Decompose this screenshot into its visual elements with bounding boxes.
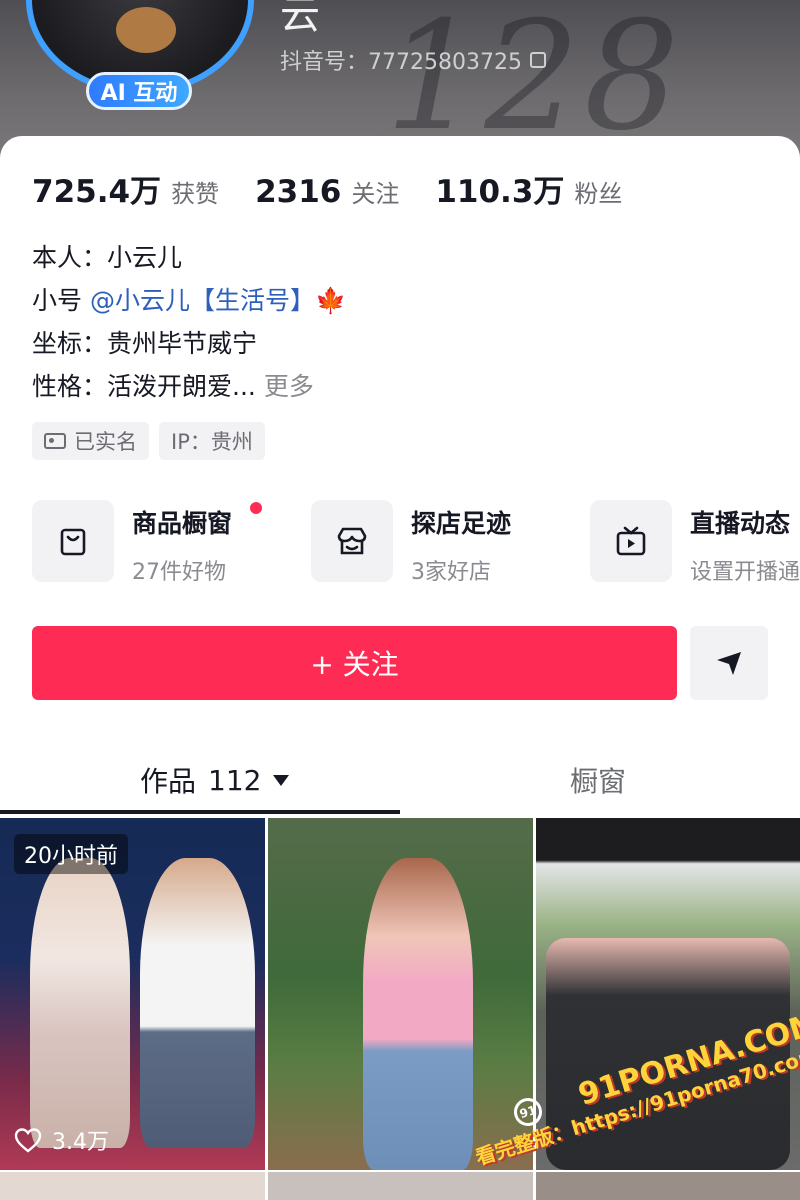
follow-button-label: + 关注 bbox=[310, 648, 399, 681]
id-card-icon bbox=[44, 433, 66, 449]
video-likes: 3.4万 bbox=[14, 1124, 109, 1156]
bio-more-button[interactable]: 更多 bbox=[264, 372, 314, 401]
service-live-updates[interactable]: 直播动态 设置开播通知 bbox=[590, 500, 800, 586]
video-thumbnail[interactable]: 20小时前 3.4万 bbox=[0, 818, 265, 1170]
stat-following-number: 2316 bbox=[255, 174, 342, 210]
profile-stats: 725.4万 获赞 2316 关注 110.3万 粉丝 bbox=[32, 166, 622, 211]
follow-button[interactable]: + 关注 bbox=[32, 626, 677, 700]
video-thumbnail[interactable] bbox=[268, 818, 533, 1170]
service-shop-text: 商品橱窗 27件好物 bbox=[132, 500, 232, 586]
service-store-text: 探店足迹 3家好店 bbox=[411, 500, 511, 586]
active-tab-indicator bbox=[0, 810, 400, 814]
service-store-subtitle: 3家好店 bbox=[411, 560, 491, 585]
heart-icon bbox=[14, 1128, 42, 1153]
bio-line-location: 坐标：贵州毕节威宁 bbox=[32, 329, 258, 358]
stat-following[interactable]: 2316 关注 bbox=[255, 174, 399, 210]
bio-alt-prefix: 小号 bbox=[32, 286, 90, 315]
live-tv-icon bbox=[590, 500, 672, 582]
tab-shop-window[interactable]: 橱窗 bbox=[570, 760, 626, 800]
service-shop-subtitle: 27件好物 bbox=[132, 560, 226, 585]
douyin-id[interactable]: 抖音号：77725803725 bbox=[280, 44, 546, 76]
service-store-visits[interactable]: 探店足迹 3家好店 bbox=[311, 500, 511, 586]
tab-works-count: 112 bbox=[208, 763, 262, 797]
profile-nickname: 云 bbox=[280, 0, 320, 38]
person-figure bbox=[30, 858, 130, 1148]
stat-following-label: 关注 bbox=[351, 180, 400, 208]
video-thumbnail[interactable] bbox=[536, 1172, 800, 1200]
person-figure bbox=[363, 858, 473, 1170]
ai-interaction-badge[interactable]: AI 互动 bbox=[86, 72, 192, 110]
copy-icon[interactable] bbox=[529, 52, 546, 68]
stat-followers-number: 110.3万 bbox=[435, 174, 565, 210]
service-store-title: 探店足迹 bbox=[411, 509, 512, 538]
content-tabs: 作品 112 橱窗 bbox=[0, 746, 800, 816]
service-entries: 商品橱窗 27件好物 探店足迹 3家好店 直播动态 设置开播通知 bbox=[32, 500, 800, 590]
maple-leaf-emoji: 🍁 bbox=[314, 286, 347, 315]
video-likes-count: 3.4万 bbox=[52, 1130, 109, 1155]
person-figure bbox=[140, 858, 255, 1148]
douyin-id-text: 抖音号：77725803725 bbox=[280, 50, 522, 75]
video-grid-row-2 bbox=[0, 1172, 800, 1200]
service-shop-title: 商品橱窗 bbox=[132, 509, 233, 538]
stat-likes-number: 725.4万 bbox=[32, 174, 162, 210]
send-icon bbox=[717, 652, 741, 675]
tab-works[interactable]: 作品 112 bbox=[140, 760, 290, 800]
send-message-button[interactable] bbox=[690, 626, 768, 700]
stat-likes[interactable]: 725.4万 获赞 bbox=[32, 166, 219, 211]
video-thumbnail[interactable] bbox=[268, 1172, 533, 1200]
alt-account-link[interactable]: @小云儿【生活号】 bbox=[90, 286, 315, 315]
notification-dot bbox=[250, 502, 262, 514]
shopping-bag-icon bbox=[32, 500, 114, 582]
profile-bio: 本人：小云儿 小号 @小云儿【生活号】🍁 坐标：贵州毕节威宁 性格：活泼开朗爱.… bbox=[32, 236, 346, 408]
bio-personality-text: 性格：活泼开朗爱... bbox=[32, 372, 256, 401]
caret-down-icon[interactable] bbox=[273, 774, 290, 786]
tab-works-label: 作品 bbox=[140, 765, 197, 798]
service-live-subtitle: 设置开播通知 bbox=[690, 560, 800, 585]
tag-ip-location: IP：贵州 bbox=[159, 422, 265, 460]
stat-likes-label: 获赞 bbox=[171, 180, 220, 208]
bio-line-name: 本人：小云儿 bbox=[32, 243, 183, 272]
service-shop-window[interactable]: 商品橱窗 27件好物 bbox=[32, 500, 262, 586]
profile-tags: 已实名 IP：贵州 bbox=[32, 422, 265, 460]
stat-followers-label: 粉丝 bbox=[574, 180, 623, 208]
tag-verified: 已实名 bbox=[32, 422, 149, 460]
service-live-text: 直播动态 设置开播通知 bbox=[690, 500, 800, 586]
post-time-badge: 20小时前 bbox=[14, 834, 128, 874]
tag-verified-label: 已实名 bbox=[74, 430, 137, 454]
stat-followers[interactable]: 110.3万 粉丝 bbox=[435, 166, 622, 211]
service-live-title: 直播动态 bbox=[690, 509, 791, 538]
tag-ip-label: IP：贵州 bbox=[171, 430, 253, 454]
store-icon bbox=[311, 500, 393, 582]
bio-line-alt-account: 小号 @小云儿【生活号】🍁 bbox=[32, 279, 346, 322]
bio-line-personality: 性格：活泼开朗爱... 更多 bbox=[32, 365, 346, 408]
avatar-teddy-bear bbox=[116, 7, 176, 53]
video-thumbnail[interactable] bbox=[0, 1172, 265, 1200]
